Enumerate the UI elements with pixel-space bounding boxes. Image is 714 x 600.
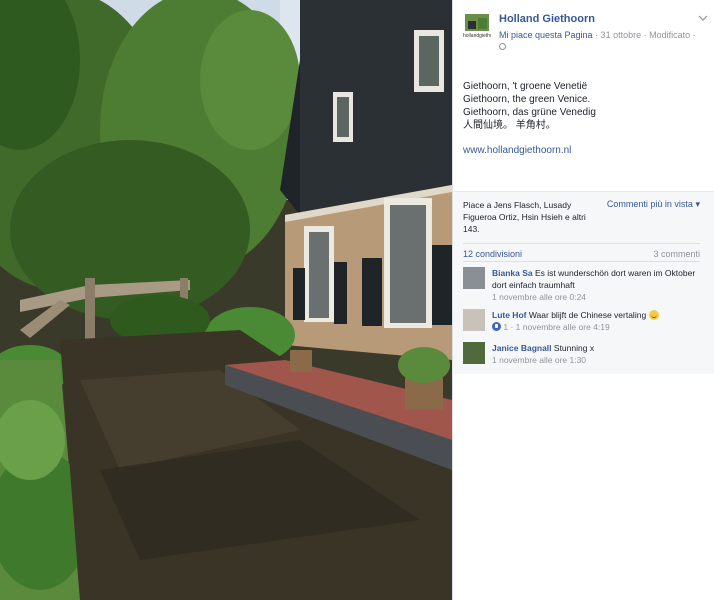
comment-timestamp[interactable]: 1 novembre alle ore 0:24 [492, 291, 697, 303]
avatar-logo-text: hollandgiethoorn [463, 33, 491, 39]
comment-text: Stunning x [553, 343, 595, 353]
website-link[interactable]: www.hollandgiethoorn.nl [463, 145, 571, 156]
comment-like-count[interactable]: 1 [503, 322, 508, 332]
comment-author[interactable]: Lute Hof [492, 310, 526, 320]
avatar[interactable] [463, 309, 485, 331]
post-line: 人間仙境。 羊角村。 [463, 120, 556, 131]
caret-down-icon: ▾ [695, 199, 700, 209]
comment-timestamp[interactable]: 1 novembre alle ore 1:30 [492, 354, 697, 366]
comment-item: Bianka Sa Es ist wunderschön dort waren … [463, 267, 708, 303]
divider [463, 261, 700, 262]
chevron-down-icon[interactable] [698, 14, 708, 22]
comment-text: Waar blijft de Chinese vertaling [528, 310, 647, 320]
post-meta: Mi piace questa Pagina · 31 ottobre · Mo… [499, 30, 696, 40]
avatar[interactable] [463, 342, 485, 364]
post-header: hollandgiethoorn Holland Giethoorn Mi pi… [463, 12, 708, 56]
post-date-meta[interactable]: · 31 ottobre · Modificato · [593, 30, 696, 40]
page-avatar[interactable]: hollandgiethoorn [463, 12, 491, 40]
post-line: Giethoorn, das grüne Venedig [463, 107, 596, 118]
giethoorn-canal-photo [0, 0, 452, 600]
globe-icon [499, 43, 506, 50]
post-message: Giethoorn, 't groene Venetië Giethoorn, … [463, 80, 708, 132]
comment-timestamp[interactable]: 1 novembre alle ore 4:19 [516, 322, 610, 332]
page-name-link[interactable]: Holland Giethoorn [499, 13, 595, 25]
post-panel: hollandgiethoorn Holland Giethoorn Mi pi… [452, 0, 714, 600]
comment-item: Janice Bagnall Stunning x 1 novembre all… [463, 342, 708, 376]
comment-author[interactable]: Janice Bagnall [492, 343, 552, 353]
post-photo[interactable] [0, 0, 452, 600]
comment-sort-dropdown[interactable]: Commenti più in vista ▾ [607, 199, 700, 210]
avatar[interactable] [463, 267, 485, 289]
smiley-icon [648, 310, 659, 320]
thumbs-up-icon [492, 322, 501, 331]
comment-meta: 1 · 1 novembre alle ore 4:19 [492, 321, 697, 333]
shares-link[interactable]: 12 condivisioni [463, 249, 522, 259]
feedback-section: Piace a Jens Flasch, Lusady Figueroa Ort… [453, 191, 714, 374]
like-page-link[interactable]: Mi piace questa Pagina [499, 30, 593, 40]
post-stats: 12 condivisioni 3 commenti [463, 243, 700, 259]
post-line: Giethoorn, the green Venice. [463, 94, 591, 105]
comment-sort-label: Commenti più in vista [606, 199, 693, 209]
post-line: Giethoorn, 't groene Venetië [463, 81, 588, 92]
comments-count[interactable]: 3 commenti [653, 249, 700, 259]
comment-author[interactable]: Bianka Sa [492, 268, 533, 278]
comment-item: Lute Hof Waar blijft de Chinese vertalin… [463, 309, 708, 343]
likes-summary[interactable]: Piace a Jens Flasch, Lusady Figueroa Ort… [463, 199, 603, 235]
